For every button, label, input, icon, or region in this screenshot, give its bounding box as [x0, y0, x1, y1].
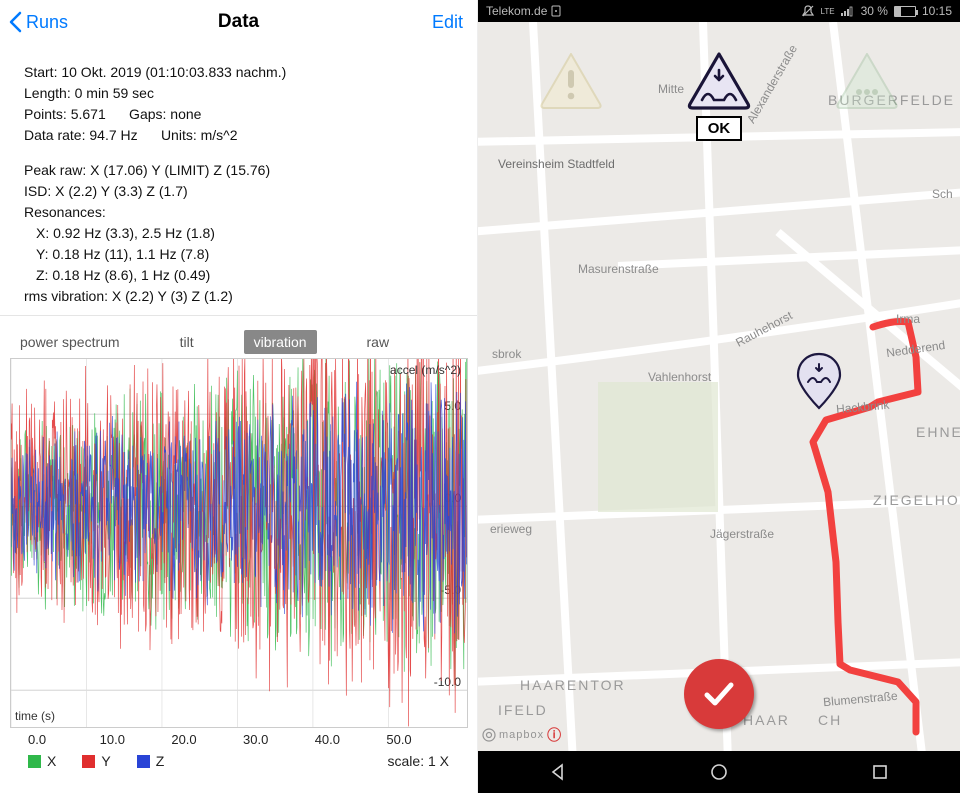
meta-length: Length: 0 min 59 sec — [24, 83, 453, 104]
map-attribution[interactable]: mapbox ⓘ — [482, 725, 562, 745]
android-status-bar: Telekom.de LTE 30 % 10:15 — [478, 0, 960, 22]
meta-res-label: Resonances: — [24, 202, 453, 223]
chart-tabs: power spectrum tilt vibration raw — [0, 315, 477, 358]
info-icon[interactable]: ⓘ — [547, 725, 562, 745]
tab-vibration[interactable]: vibration — [244, 330, 317, 354]
meta-rate: Data rate: 94.7 Hz Units: m/s^2 — [24, 125, 453, 146]
map-label: Vereinsheim Stadtfeld — [498, 157, 615, 171]
carrier-label: Telekom.de — [486, 4, 547, 18]
chart-ylabel: accel (m/s^2) — [390, 363, 461, 377]
meta-peak: Peak raw: X (17.06) Y (LIMIT) Z (15.76) — [24, 160, 453, 181]
meta-points: Points: 5.671 Gaps: none — [24, 104, 453, 125]
map-label: Irma — [896, 312, 920, 326]
page-title: Data — [218, 11, 259, 33]
run-metadata: Start: 10 Okt. 2019 (01:10:03.833 nachm.… — [0, 44, 477, 315]
edit-button[interactable]: Edit — [432, 0, 463, 44]
map-label: HAAR — [743, 712, 790, 728]
more-hazards-icon[interactable] — [834, 50, 900, 110]
warning-icon[interactable] — [538, 50, 604, 110]
map-label: Masurenstraße — [578, 262, 659, 276]
sim-icon — [551, 5, 561, 17]
mapbox-logo-icon — [482, 728, 496, 742]
meta-res-y: Y: 0.18 Hz (11), 1.1 Hz (7.8) — [24, 244, 453, 265]
map-label: IFELD — [498, 702, 548, 718]
map-label: sbrok — [492, 347, 521, 361]
map-label: Jägerstraße — [710, 527, 774, 541]
x-axis-ticks: 0.0 10.0 20.0 30.0 40.0 50.0 — [10, 728, 468, 747]
nav-home-icon[interactable] — [709, 762, 729, 782]
net-label: LTE — [821, 7, 835, 16]
map-label: CH — [818, 712, 842, 728]
battery-text: 30 % — [861, 4, 888, 18]
tab-power-spectrum[interactable]: power spectrum — [10, 330, 130, 354]
tab-raw[interactable]: raw — [357, 330, 400, 354]
signal-icon — [841, 5, 855, 17]
map-label: HAARENTOR — [520, 677, 626, 693]
route-hazard-pin[interactable] — [796, 352, 842, 410]
map-label: Vahlenhorst — [648, 370, 711, 384]
map-screen: Telekom.de LTE 30 % 10:15 — [478, 0, 960, 793]
nav-back-icon[interactable] — [548, 762, 568, 782]
confirm-button[interactable] — [684, 659, 754, 729]
meta-res-z: Z: 0.18 Hz (8.6), 1 Hz (0.49) — [24, 265, 453, 286]
android-nav-bar — [478, 751, 960, 793]
vibration-chart[interactable]: accel (m/s^2) time (s) -10.0-5.00.05.0 — [10, 358, 468, 728]
nav-recent-icon[interactable] — [870, 762, 890, 782]
back-label: Runs — [26, 12, 68, 33]
ios-header: Runs Data Edit — [0, 0, 477, 44]
map-canvas[interactable]: BURGERFELDEMitteAlexanderstraßeVereinshe… — [478, 22, 960, 751]
meta-res-x: X: 0.92 Hz (3.3), 2.5 Hz (1.8) — [24, 223, 453, 244]
chart-container: accel (m/s^2) time (s) -10.0-5.00.05.0 0… — [0, 358, 477, 769]
meta-rms: rms vibration: X (2.2) Y (3) Z (1.2) — [24, 286, 453, 307]
tab-tilt[interactable]: tilt — [170, 330, 204, 354]
map-label: EHNE — [916, 424, 960, 440]
clock: 10:15 — [922, 4, 952, 18]
selected-hazard-group: OK — [686, 50, 752, 141]
data-screen: Runs Data Edit Start: 10 Okt. 2019 (01:1… — [0, 0, 478, 793]
meta-start: Start: 10 Okt. 2019 (01:10:03.833 nachm.… — [24, 62, 453, 83]
legend-y: Y — [82, 753, 110, 769]
ok-button[interactable]: OK — [696, 116, 743, 141]
legend-x: X — [28, 753, 56, 769]
svg-text:-10.0: -10.0 — [434, 675, 462, 689]
legend-z: Z — [137, 753, 165, 769]
mute-icon — [801, 4, 815, 18]
meta-isd: ISD: X (2.2) Y (3.3) Z (1.7) — [24, 181, 453, 202]
back-button[interactable]: Runs — [8, 0, 68, 44]
chart-xlabel: time (s) — [15, 709, 55, 723]
scale-label: scale: 1 X — [388, 753, 449, 769]
map-label: erieweg — [490, 522, 532, 536]
bump-hazard-icon[interactable] — [686, 50, 752, 110]
chart-legend: X Y Z scale: 1 X — [10, 747, 467, 769]
map-label: ZIEGELHO — [873, 492, 960, 508]
map-label: Sch — [932, 187, 953, 201]
battery-icon — [894, 6, 916, 17]
